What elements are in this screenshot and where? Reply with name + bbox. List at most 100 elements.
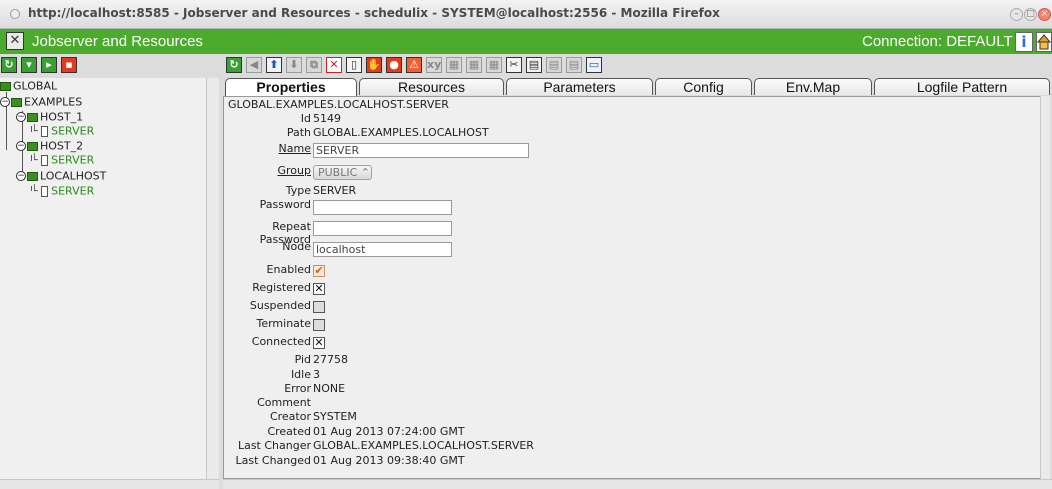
resource-tree: GLOBAL − EXAMPLES − HOST_1 └ SERVER − HOST_… <box>0 78 219 479</box>
pid-label: Pid <box>294 353 311 366</box>
creator-label: Creator <box>269 410 311 423</box>
cut-icon[interactable]: ✂ <box>506 57 522 73</box>
new-icon[interactable]: ▯ <box>346 57 362 73</box>
path-value: GLOBAL.EXAMPLES.LOCALHOST <box>313 126 489 139</box>
collapse-toggle-icon[interactable]: − <box>16 141 26 151</box>
node-label: Node <box>282 240 311 253</box>
minimize-icon[interactable]: – <box>1010 8 1023 21</box>
paste-alt-icon[interactable]: ▤ <box>566 57 582 73</box>
expand-tree-icon[interactable]: ▸ <box>41 57 57 73</box>
type-value: SERVER <box>313 184 357 197</box>
window-menu-icon[interactable] <box>10 9 20 19</box>
grid-alt-icon[interactable]: ▦ <box>466 57 482 73</box>
folder-icon <box>0 81 11 91</box>
last-changed-label: Last Changed <box>235 454 311 467</box>
tree-node-host1[interactable]: − HOST_1 <box>16 110 83 124</box>
folder-icon <box>27 141 38 151</box>
app-logo-icon: ✕ <box>6 32 24 50</box>
tree-vertical-scrollbar[interactable] <box>206 78 219 479</box>
tree-node-host1-server[interactable]: └ SERVER <box>31 124 94 138</box>
delete-icon[interactable]: ✕ <box>326 57 342 73</box>
collapse-toggle-icon[interactable]: − <box>16 171 26 181</box>
error-value: NONE <box>313 382 346 395</box>
pid-value: 27758 <box>313 353 348 366</box>
folder-icon <box>27 112 38 122</box>
idle-label: Idle <box>290 368 311 381</box>
tab-logfile-pattern[interactable]: Logfile Pattern <box>874 78 1050 95</box>
properties-panel: GLOBAL.EXAMPLES.LOCALHOST.SERVER Id 5149… <box>223 96 1050 479</box>
id-label: Id <box>300 112 311 125</box>
error-label: Error <box>284 382 311 395</box>
password-field[interactable] <box>313 200 452 215</box>
form-horizontal-scrollbar[interactable] <box>223 479 1052 489</box>
connected-label: Connected <box>251 335 311 348</box>
grid-icon[interactable]: ▦ <box>446 57 462 73</box>
paste-icon[interactable]: ▤ <box>526 57 542 73</box>
info-button[interactable]: i <box>1015 32 1033 52</box>
back-icon[interactable]: ◀ <box>246 57 262 73</box>
tree-node-host2[interactable]: − HOST_2 <box>16 139 83 153</box>
clipboard-icon[interactable]: ▤ <box>546 57 562 73</box>
move-down-icon[interactable]: ⬇ <box>286 57 302 73</box>
last-changer-label: Last Changer <box>237 439 311 452</box>
collapse-toggle-icon[interactable]: − <box>16 112 26 122</box>
enabled-checkbox[interactable]: ✔ <box>313 265 325 277</box>
repeat-password-field[interactable] <box>313 221 452 236</box>
lock-icon[interactable]: ▪ <box>61 57 77 73</box>
tree-node-localhost[interactable]: − LOCALHOST <box>16 169 106 183</box>
suspended-checkbox[interactable] <box>313 301 325 313</box>
last-changed-value: 01 Aug 2013 09:38:40 GMT <box>313 454 465 467</box>
tree-horizontal-scrollbar[interactable] <box>0 479 219 489</box>
folder-icon <box>11 97 22 107</box>
registered-checkbox[interactable]: ✕ <box>313 283 325 295</box>
node-field[interactable]: localhost <box>313 242 452 257</box>
collapse-toggle-icon[interactable]: − <box>0 97 10 107</box>
home-button[interactable] <box>1036 32 1052 52</box>
server-icon <box>41 185 49 197</box>
collapse-tree-icon[interactable]: ▾ <box>21 57 37 73</box>
stop-icon[interactable]: ✋ <box>366 57 382 73</box>
tab-env-map[interactable]: Env.Map <box>754 78 872 95</box>
name-field[interactable]: SERVER <box>313 143 529 158</box>
xy-icon[interactable]: xy <box>426 57 442 73</box>
name-label: Name <box>278 142 311 155</box>
server-icon <box>41 125 49 137</box>
suspended-label: Suspended <box>249 299 311 312</box>
enabled-label: Enabled <box>266 263 311 276</box>
tab-resources[interactable]: Resources <box>359 78 504 95</box>
connection-label: Connection: DEFAULT <box>862 33 1013 50</box>
group-label: Group <box>277 164 312 177</box>
tree-node-global[interactable]: GLOBAL <box>0 79 57 93</box>
terminate-checkbox[interactable] <box>313 319 325 331</box>
move-up-icon[interactable]: ⬆ <box>266 57 282 73</box>
alert-icon[interactable]: ⚠ <box>406 57 422 73</box>
comment-icon[interactable]: ▭ <box>586 57 602 73</box>
server-icon <box>41 154 49 166</box>
folder-icon <box>27 171 38 181</box>
record-icon[interactable]: ● <box>386 57 402 73</box>
form-vertical-scrollbar[interactable] <box>1040 96 1050 479</box>
registered-label: Registered <box>252 281 311 294</box>
idle-value: 3 <box>313 368 320 381</box>
maximize-icon[interactable]: □ <box>1024 8 1037 21</box>
window-title: http://localhost:8585 - Jobserver and Re… <box>28 6 720 20</box>
terminate-label: Terminate <box>256 317 311 330</box>
tab-config[interactable]: Config <box>655 78 752 95</box>
tree-node-host2-server[interactable]: └ SERVER <box>31 153 94 167</box>
home-icon <box>1036 34 1052 50</box>
group-select[interactable]: PUBLIC ⌃ <box>313 165 372 180</box>
refresh-icon[interactable]: ↻ <box>226 57 242 73</box>
tree-node-localhost-server[interactable]: └ SERVER <box>31 184 94 198</box>
close-icon[interactable]: × <box>1038 8 1051 21</box>
connected-checkbox[interactable]: ✕ <box>313 337 325 349</box>
created-label: Created <box>267 425 311 438</box>
tab-properties[interactable]: Properties <box>225 78 357 97</box>
tree-node-examples[interactable]: − EXAMPLES <box>0 95 82 109</box>
layout-icon[interactable]: ▦ <box>486 57 502 73</box>
tree-toolbar: ↻ ▾ ▸ ▪ <box>1 57 81 76</box>
refresh-icon[interactable]: ↻ <box>1 57 17 73</box>
tab-parameters[interactable]: Parameters <box>506 78 653 95</box>
app-title: Jobserver and Resources <box>32 33 203 50</box>
window-titlebar: http://localhost:8585 - Jobserver and Re… <box>0 0 1052 29</box>
copy-icon[interactable]: ⧉ <box>306 57 322 73</box>
